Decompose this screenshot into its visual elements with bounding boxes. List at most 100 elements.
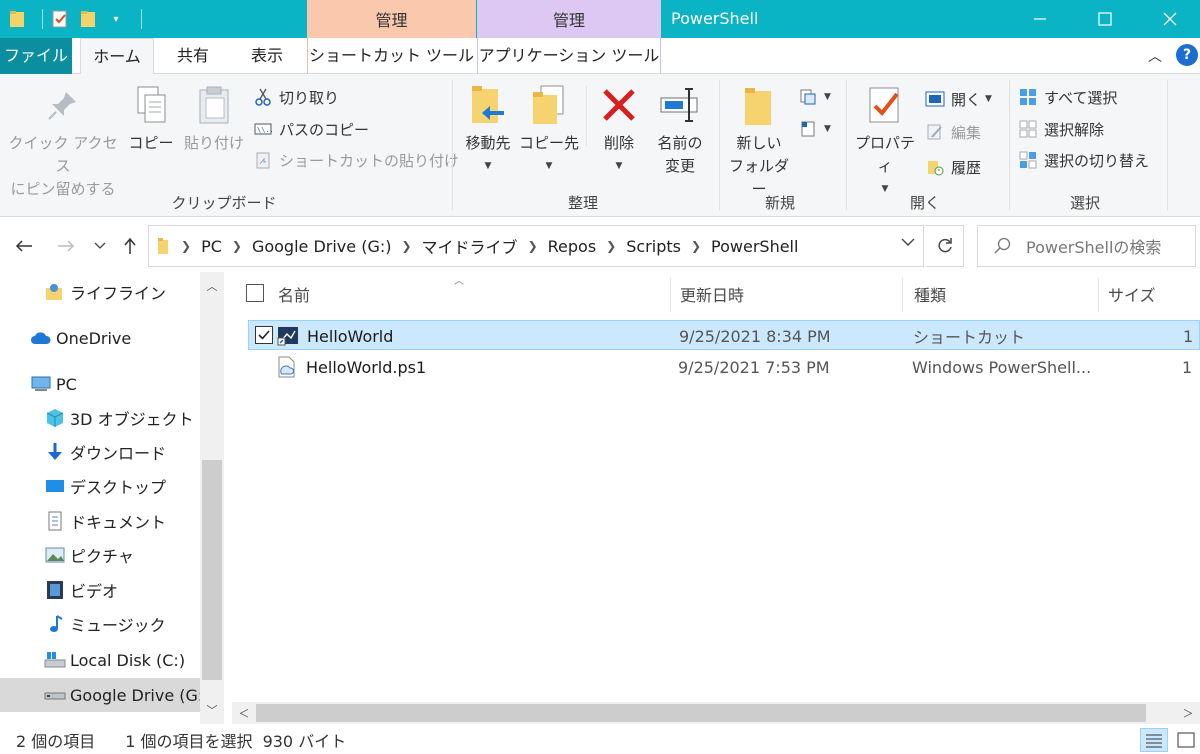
row-checkbox[interactable]: [255, 326, 273, 344]
breadcrumb-chevron[interactable]: ❯: [181, 239, 191, 253]
new-folder-button[interactable]: 新しい フォルダー: [724, 82, 794, 201]
nav-item-pictures[interactable]: ピクチャ: [0, 539, 200, 571]
filelist-horizontal-scrollbar[interactable]: ＜ ＞: [232, 702, 1200, 724]
column-header-type[interactable]: 種類: [904, 274, 1096, 314]
maximize-button[interactable]: [1075, 0, 1135, 38]
pin-to-quick-access-button[interactable]: クイック アクセス にピン留めする: [4, 82, 122, 201]
tab-view[interactable]: 表示: [234, 38, 300, 74]
back-button[interactable]: [12, 234, 36, 258]
column-header-name[interactable]: 名前: [268, 274, 668, 314]
file-row[interactable]: HelloWorld.ps1 9/25/2021 7:53 PM Windows…: [248, 352, 1200, 382]
scroll-right-icon[interactable]: ＞: [1178, 705, 1198, 721]
pin-label-2: にピン留めする: [10, 180, 116, 198]
minimize-button[interactable]: [1010, 0, 1070, 38]
delete-label: 削除: [603, 134, 634, 152]
file-row[interactable]: HelloWorld 9/25/2021 8:34 PM ショートカット 1: [248, 320, 1200, 350]
nav-item-pc[interactable]: PC: [0, 368, 200, 400]
copy-path-label: パスのコピー: [279, 120, 370, 139]
select-none-button[interactable]: 選択解除: [1018, 116, 1104, 142]
breadcrumb-chevron[interactable]: ❯: [606, 239, 616, 253]
recent-locations-button[interactable]: [88, 234, 112, 258]
large-icons-view-button[interactable]: [1172, 728, 1200, 752]
column-separator[interactable]: [902, 278, 903, 312]
nav-item-3d-objects[interactable]: 3D オブジェクト: [0, 402, 200, 434]
breadcrumb-pc[interactable]: PC: [201, 237, 222, 256]
breadcrumb-chevron[interactable]: ❯: [232, 239, 242, 253]
nav-item-user-folder[interactable]: ライフライン: [0, 276, 200, 308]
move-to-button[interactable]: 移動先 ▼: [458, 82, 518, 178]
folder-icon[interactable]: [6, 8, 28, 30]
context-tab-manage-application[interactable]: 管理: [477, 0, 661, 38]
file-type: ショートカット: [913, 328, 1026, 347]
customize-qat-icon[interactable]: ▾: [105, 8, 127, 30]
new-item-button[interactable]: ▼: [798, 84, 831, 110]
nav-item-music[interactable]: ミュージック: [0, 608, 200, 640]
open-button[interactable]: 開く ▼: [925, 86, 992, 112]
properties-check-icon[interactable]: [49, 8, 71, 30]
properties-label: プロパティ: [854, 134, 915, 175]
collapse-ribbon-icon[interactable]: ︿: [1148, 46, 1168, 66]
breadcrumb-powershell[interactable]: PowerShell: [711, 237, 798, 256]
column-header-size[interactable]: サイズ: [1098, 274, 1198, 314]
navpane-scrollbar[interactable]: ︿ ﹀: [200, 272, 224, 724]
paste-button[interactable]: 貼り付け: [182, 82, 246, 155]
breadcrumb-chevron[interactable]: ❯: [528, 239, 538, 253]
tab-file[interactable]: ファイル: [0, 38, 72, 74]
scroll-left-icon[interactable]: ＜: [234, 705, 254, 721]
breadcrumb-my-drive[interactable]: マイドライブ: [422, 234, 518, 258]
nav-item-downloads[interactable]: ダウンロード: [0, 436, 200, 468]
tab-share[interactable]: 共有: [160, 38, 226, 74]
edit-button[interactable]: 編集: [925, 119, 981, 145]
breadcrumb-chevron[interactable]: ❯: [401, 239, 411, 253]
rename-label-1: 名前の: [657, 134, 703, 152]
history-button[interactable]: 履歴: [925, 154, 981, 180]
copy-to-button[interactable]: コピー先 ▼: [518, 82, 580, 178]
properties-button[interactable]: プロパティ ▼: [850, 82, 920, 201]
delete-button[interactable]: 削除 ▼: [594, 82, 644, 178]
user-folder-icon: [44, 281, 66, 303]
up-button[interactable]: [118, 234, 142, 258]
nav-item-local-disk[interactable]: Local Disk (C:): [0, 644, 200, 676]
copy-button[interactable]: コピー: [126, 82, 176, 155]
scroll-down-icon[interactable]: ﹀: [200, 702, 224, 722]
select-all-checkbox[interactable]: [246, 284, 264, 302]
rename-button[interactable]: 名前の 変更: [650, 82, 710, 178]
breadcrumb-repos[interactable]: Repos: [548, 237, 597, 256]
cut-button[interactable]: 切り取り: [253, 84, 339, 110]
window-title: PowerShell: [671, 9, 759, 28]
easy-access-dropdown-icon: ▼: [824, 124, 831, 134]
ribbon: クイック アクセス にピン留めする コピー 貼り付け 切り取り \\.. パスの…: [0, 74, 1200, 217]
nav-item-google-drive[interactable]: Google Drive (G:): [0, 678, 210, 712]
scrollbar-thumb[interactable]: [202, 460, 222, 680]
refresh-button[interactable]: [926, 225, 964, 267]
breadcrumb-google-drive[interactable]: Google Drive (G:): [252, 237, 392, 256]
paste-shortcut-button[interactable]: ショートカットの貼り付け: [253, 147, 459, 173]
invert-selection-button[interactable]: 選択の切り替え: [1018, 147, 1149, 173]
context-tab-manage-shortcut[interactable]: 管理: [307, 0, 476, 38]
help-icon[interactable]: ?: [1176, 44, 1198, 66]
rename-icon: [650, 82, 710, 128]
details-view-button[interactable]: [1140, 728, 1168, 752]
address-bar[interactable]: ❯ PC ❯ Google Drive (G:) ❯ マイドライブ ❯ Repo…: [148, 225, 924, 267]
close-button[interactable]: [1140, 0, 1200, 38]
tab-shortcut-tools[interactable]: ショートカット ツール: [307, 38, 476, 74]
search-box[interactable]: PowerShellの検索: [977, 225, 1196, 267]
column-header-date[interactable]: 更新日時: [670, 274, 902, 314]
new-folder-icon[interactable]: [77, 8, 99, 30]
nav-item-documents[interactable]: ドキュメント: [0, 505, 200, 537]
easy-access-button[interactable]: ▼: [798, 116, 831, 142]
scroll-up-icon[interactable]: ︿: [200, 278, 224, 298]
nav-item-desktop[interactable]: デスクトップ: [0, 470, 200, 502]
nav-item-onedrive[interactable]: OneDrive: [0, 322, 200, 354]
forward-button[interactable]: [54, 234, 78, 258]
breadcrumb-scripts[interactable]: Scripts: [626, 237, 681, 256]
nav-label: ピクチャ: [70, 547, 134, 566]
copy-path-button[interactable]: \\.. パスのコピー: [253, 116, 369, 142]
breadcrumb-chevron[interactable]: ❯: [691, 239, 701, 253]
nav-item-videos[interactable]: ビデオ: [0, 574, 200, 606]
tab-home[interactable]: ホーム: [80, 38, 154, 75]
scrollbar-thumb[interactable]: [256, 704, 1146, 722]
tab-application-tools[interactable]: アプリケーション ツール: [477, 38, 661, 74]
select-all-button[interactable]: すべて選択: [1018, 84, 1117, 110]
address-history-dropdown-icon[interactable]: [901, 236, 915, 251]
